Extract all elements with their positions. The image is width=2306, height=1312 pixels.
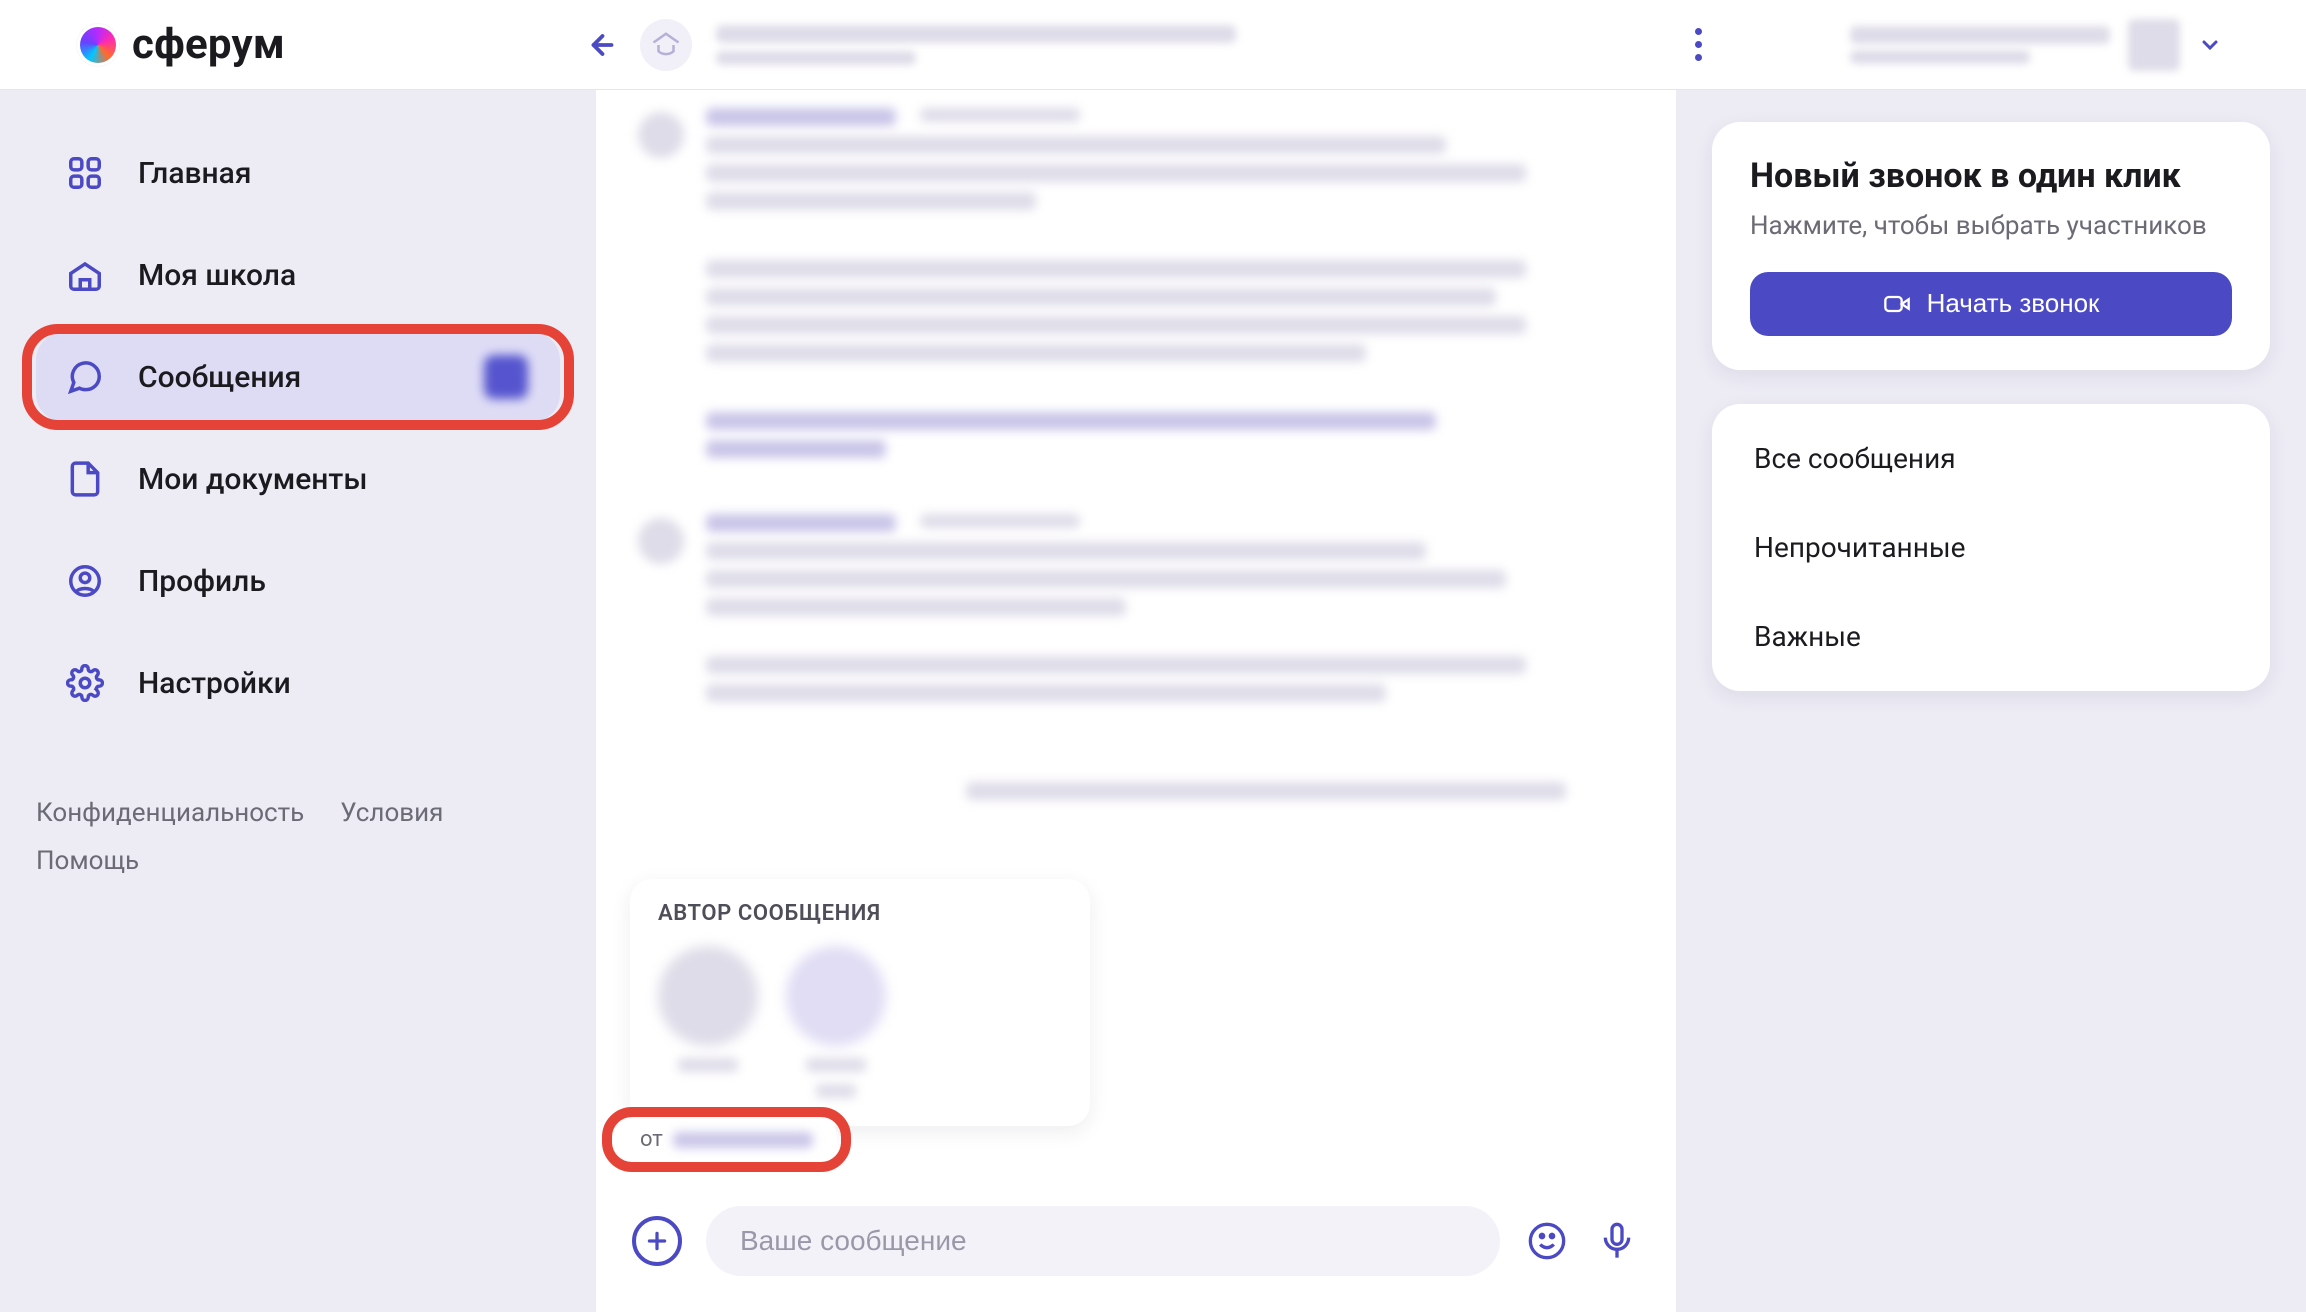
- chevron-down-icon[interactable]: [2198, 33, 2222, 57]
- sidebar-item-school[interactable]: Моя школа: [36, 230, 560, 320]
- message-input[interactable]: [706, 1206, 1500, 1276]
- sidebar-item-label: Главная: [138, 156, 251, 191]
- filter-unread[interactable]: Непрочитанные: [1712, 503, 2270, 592]
- sidebar-item-label: Настройки: [138, 666, 291, 701]
- back-icon[interactable]: [580, 27, 616, 63]
- link-terms[interactable]: Условия: [340, 798, 443, 828]
- avatar: [658, 946, 758, 1046]
- avatar: [786, 946, 886, 1046]
- message: [638, 108, 1620, 468]
- start-call-button[interactable]: Начать звонок: [1750, 272, 2232, 336]
- unread-badge: [484, 355, 528, 399]
- attach-button[interactable]: [632, 1216, 682, 1266]
- filter-card: Все сообщения Непрочитанные Важные: [1712, 404, 2270, 691]
- mic-icon[interactable]: [1594, 1218, 1640, 1264]
- sidebar-item-messages[interactable]: Сообщения: [36, 332, 560, 422]
- school-icon: [66, 256, 104, 294]
- author-popover: АВТОР СООБЩЕНИЯ: [630, 879, 1090, 1126]
- filter-important[interactable]: Важные: [1712, 592, 2270, 681]
- sidebar-item-home[interactable]: Главная: [36, 128, 560, 218]
- topbar: сферум: [0, 0, 2306, 90]
- reply-from-prefix: от: [640, 1127, 663, 1152]
- avatar: [638, 112, 684, 158]
- right-rail: Новый звонок в один клик Нажмите, чтобы …: [1676, 90, 2306, 1312]
- sidebar-item-label: Моя школа: [138, 258, 296, 293]
- avatar: [2128, 19, 2180, 71]
- author-option[interactable]: [658, 946, 758, 1098]
- call-card: Новый звонок в один клик Нажмите, чтобы …: [1712, 122, 2270, 370]
- avatar: [638, 518, 684, 564]
- sidebar-item-label: Профиль: [138, 564, 266, 599]
- chat-title[interactable]: [716, 25, 1653, 65]
- composer: [596, 1180, 1676, 1312]
- link-privacy[interactable]: Конфиденциальность: [36, 798, 304, 828]
- call-card-subtitle: Нажмите, чтобы выбрать участников: [1750, 208, 2232, 246]
- document-icon: [66, 460, 104, 498]
- chat-avatar-icon: [640, 19, 692, 71]
- sidebar-item-profile[interactable]: Профиль: [36, 536, 560, 626]
- chat-pane: АВТОР СООБЩЕНИЯ от: [596, 90, 1676, 1312]
- start-call-label: Начать звонок: [1927, 288, 2100, 319]
- brand[interactable]: сферум: [80, 20, 580, 69]
- video-icon: [1883, 290, 1911, 318]
- emoji-icon[interactable]: [1524, 1218, 1570, 1264]
- kebab-icon[interactable]: [1677, 14, 1720, 75]
- footer-links: Конфиденциальность Условия Помощь: [36, 798, 560, 876]
- message-icon: [66, 358, 104, 396]
- sidebar-item-label: Мои документы: [138, 462, 367, 497]
- gear-icon: [66, 664, 104, 702]
- author-option[interactable]: [786, 946, 886, 1098]
- link-help[interactable]: Помощь: [36, 846, 139, 876]
- grid-icon: [66, 154, 104, 192]
- sidebar-item-label: Сообщения: [138, 360, 301, 395]
- reply-from-chip[interactable]: от: [616, 1117, 837, 1162]
- filter-all[interactable]: Все сообщения: [1712, 414, 2270, 503]
- profile-icon: [66, 562, 104, 600]
- sidebar: Главная Моя школа Сообщения М: [0, 90, 596, 1312]
- sidebar-item-settings[interactable]: Настройки: [36, 638, 560, 728]
- brand-text: сферум: [132, 20, 285, 69]
- current-user[interactable]: [1850, 19, 2222, 71]
- sidebar-item-docs[interactable]: Мои документы: [36, 434, 560, 524]
- logo-icon: [80, 27, 116, 63]
- popover-title: АВТОР СООБЩЕНИЯ: [658, 901, 1062, 926]
- call-card-title: Новый звонок в один клик: [1750, 156, 2232, 196]
- message: [638, 514, 1620, 810]
